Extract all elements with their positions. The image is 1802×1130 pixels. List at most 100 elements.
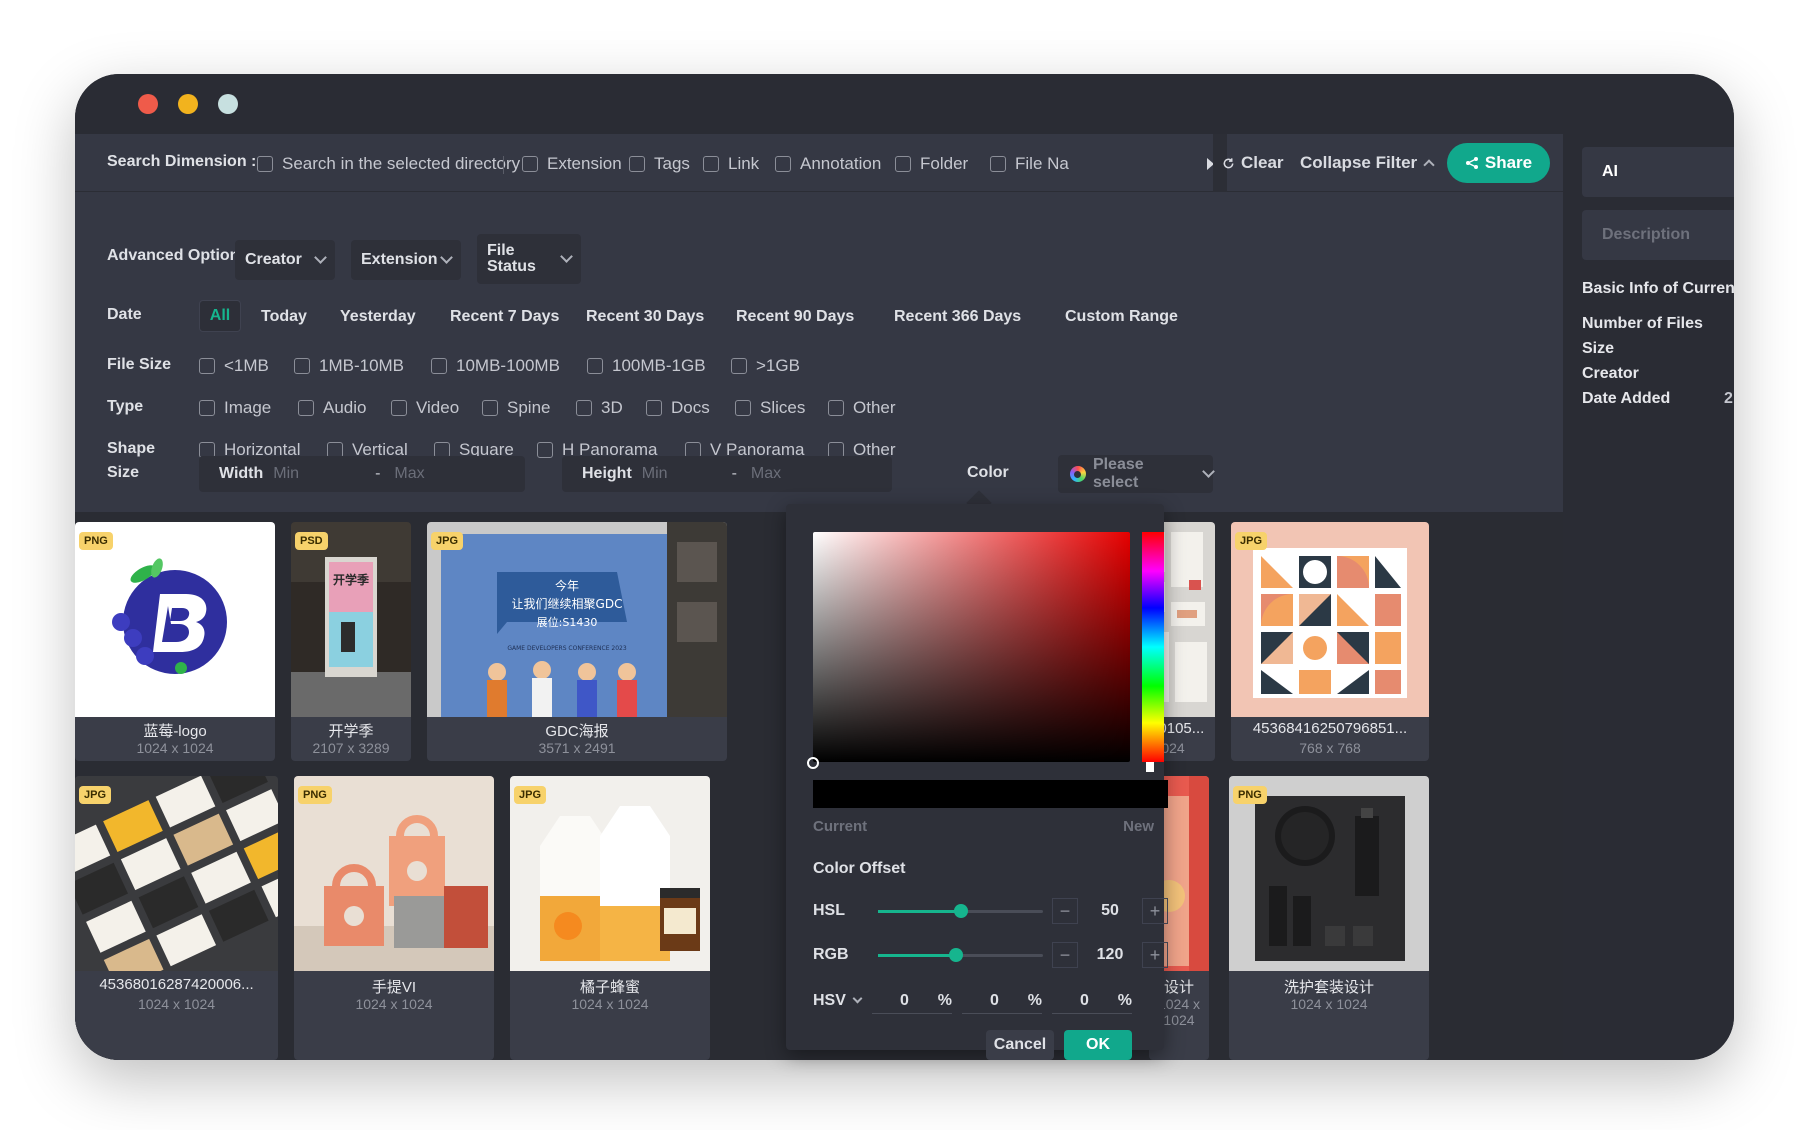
file-status-dropdown[interactable]: File Status (477, 234, 581, 284)
poster-text: 今年 (555, 578, 579, 593)
rgb-slider[interactable] (878, 948, 1043, 962)
date-option-recent-7[interactable]: Recent 7 Days (450, 308, 559, 326)
rgb-increment-button[interactable]: + (1142, 942, 1168, 968)
type-video-checkbox[interactable]: Video (391, 398, 459, 418)
extension-checkbox[interactable]: Extension (522, 154, 622, 174)
color-picker-popover: Current New Color Offset HSL − 50 + RGB … (786, 504, 1168, 1060)
asset-card[interactable]: PNG 蓝莓-logo 1024 x 1024 (75, 522, 275, 761)
date-label: Date (107, 306, 142, 323)
file-type-badge: JPG (514, 786, 547, 804)
hsl-value[interactable]: 50 (1078, 902, 1142, 920)
asset-name: 手提VI (371, 979, 417, 996)
hsl-increment-button[interactable]: + (1142, 898, 1168, 924)
creator-dropdown[interactable]: Creator (235, 240, 335, 280)
type-label: Type (107, 398, 144, 415)
asset-dimensions: 1024 x 1024 (136, 740, 214, 756)
date-option-recent-366[interactable]: Recent 366 Days (894, 308, 1021, 326)
asset-card[interactable]: JPG 橘子蜂蜜 1024 x 1024 (510, 776, 710, 1060)
date-option-yesterday[interactable]: Yesterday (340, 308, 416, 326)
ai-field[interactable]: AI (1582, 147, 1734, 197)
tags-checkbox[interactable]: Tags (629, 154, 690, 174)
hue-handle[interactable] (1146, 762, 1154, 772)
type-spine-checkbox[interactable]: Spine (482, 398, 550, 418)
file-size-gt1gb-checkbox[interactable]: >1GB (731, 356, 800, 376)
color-preview (813, 780, 1168, 808)
share-button[interactable]: Share (1447, 143, 1550, 183)
asset-thumbnail (1229, 776, 1429, 971)
annotation-checkbox[interactable]: Annotation (775, 154, 881, 174)
search-selected-directory-checkbox[interactable]: Search in the selected directory (257, 154, 520, 174)
date-option-today[interactable]: Today (261, 308, 307, 326)
minimize-window-button[interactable] (178, 94, 198, 114)
hsl-label: HSL (813, 902, 845, 919)
asset-card[interactable]: 今年 让我们继续相聚GDC 展位:S1430 GAME DEVELOPERS C… (427, 522, 727, 761)
hsv-s-input[interactable]: 0 % (962, 988, 1042, 1014)
rgb-stepper[interactable]: − 120 + (1052, 940, 1168, 970)
extension-dropdown[interactable]: Extension (351, 240, 461, 280)
asset-dimensions: 1024 x 1024 (571, 996, 649, 1012)
refresh-icon (1223, 157, 1234, 168)
hsl-decrement-button[interactable]: − (1052, 898, 1078, 924)
saturation-area[interactable] (813, 532, 1130, 762)
asset-dimensions: 1024 x 1024 (1290, 996, 1368, 1012)
clear-button[interactable]: Clear (1222, 153, 1284, 173)
rgb-decrement-button[interactable]: − (1052, 942, 1078, 968)
hsv-mode-dropdown[interactable]: HSV (813, 992, 863, 1010)
type-docs-checkbox[interactable]: Docs (646, 398, 710, 418)
asset-card[interactable]: PNG 洗护套装设计 1024 x 1024 (1229, 776, 1429, 1060)
date-option-recent-90[interactable]: Recent 90 Days (736, 308, 854, 326)
color-select-dropdown[interactable]: Please select (1058, 455, 1215, 493)
width-max-input[interactable]: Max (394, 465, 424, 483)
hsl-slider[interactable] (878, 904, 1043, 918)
checkbox-box[interactable] (257, 156, 273, 172)
rgb-slider-handle[interactable] (948, 948, 963, 962)
asset-card[interactable]: JPG 45368016287420006... 1024 x 1024 (75, 776, 278, 1060)
file-size-100mb-1gb-checkbox[interactable]: 100MB-1GB (587, 356, 706, 376)
search-dimension-label: Search Dimension : (107, 153, 257, 170)
hsv-v-input[interactable]: 0 % (1052, 988, 1132, 1014)
height-max-input[interactable]: Max (751, 465, 781, 483)
collapse-filter-button[interactable]: Collapse Filter (1300, 153, 1435, 173)
asset-card[interactable]: JPG 45368416250796851... 768 x 768 (1231, 522, 1429, 761)
file-name-checkbox[interactable]: File Na (990, 154, 1069, 174)
search-dimension-bar: Search Dimension : Search in the selecte… (75, 134, 1563, 192)
chevron-down-icon (314, 251, 327, 264)
maximize-window-button[interactable] (218, 94, 238, 114)
type-3d-checkbox[interactable]: 3D (576, 398, 623, 418)
asset-thumbnail: 开学季 (291, 522, 411, 717)
height-range-input[interactable]: Height Min - Max (562, 456, 892, 492)
hue-slider[interactable] (1142, 532, 1164, 762)
close-window-button[interactable] (138, 94, 158, 114)
type-slices-checkbox[interactable]: Slices (735, 398, 805, 418)
type-image-checkbox[interactable]: Image (199, 398, 271, 418)
saturation-handle[interactable] (807, 757, 819, 769)
type-other-checkbox[interactable]: Other (828, 398, 896, 418)
rgb-value[interactable]: 120 (1078, 946, 1142, 964)
asset-card[interactable]: 开学季 PSD 开学季 2107 x 3289 (291, 522, 411, 761)
asset-card[interactable]: PNG 手提VI 1024 x 1024 (294, 776, 494, 1060)
date-option-all[interactable]: All (199, 300, 241, 332)
asset-thumbnail: 今年 让我们继续相聚GDC 展位:S1430 GAME DEVELOPERS C… (427, 522, 727, 717)
cancel-button[interactable]: Cancel (986, 1030, 1054, 1060)
advanced-options-label: Advanced Options (107, 247, 249, 264)
date-option-custom-range[interactable]: Custom Range (1065, 308, 1178, 326)
ok-button[interactable]: OK (1064, 1030, 1132, 1060)
hsl-slider-handle[interactable] (953, 904, 968, 918)
chevron-down-icon (852, 993, 863, 1004)
file-size-1-10mb-checkbox[interactable]: 1MB-10MB (294, 356, 404, 376)
share-icon (1465, 157, 1478, 169)
date-option-recent-30[interactable]: Recent 30 Days (586, 308, 704, 326)
file-size-10-100mb-checkbox[interactable]: 10MB-100MB (431, 356, 560, 376)
link-checkbox[interactable]: Link (703, 154, 759, 174)
width-min-input[interactable]: Min (273, 465, 299, 483)
file-size-lt1mb-checkbox[interactable]: <1MB (199, 356, 269, 376)
title-bar (75, 74, 1734, 134)
folder-checkbox[interactable]: Folder (895, 154, 968, 174)
width-range-input[interactable]: Width Min - Max (199, 456, 525, 492)
height-min-input[interactable]: Min (642, 465, 668, 483)
hsv-h-input[interactable]: 0 % (872, 988, 952, 1014)
description-field[interactable]: Description (1582, 210, 1734, 260)
type-audio-checkbox[interactable]: Audio (298, 398, 366, 418)
asset-thumbnail (75, 522, 275, 717)
hsl-stepper[interactable]: − 50 + (1052, 896, 1168, 926)
